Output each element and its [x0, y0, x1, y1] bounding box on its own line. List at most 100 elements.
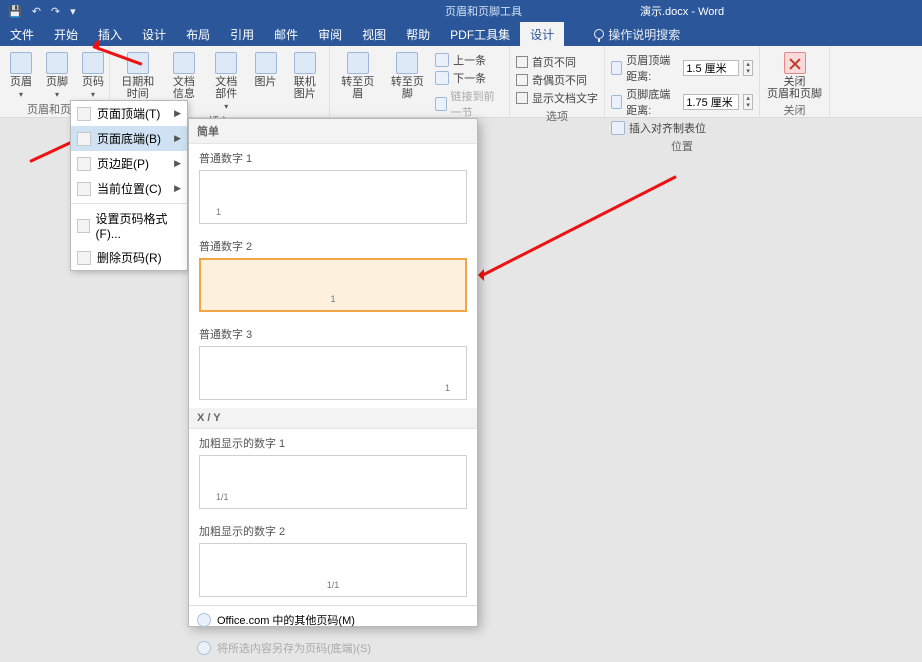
tab-insert[interactable]: 插入 — [88, 22, 132, 47]
page-number-bottom-gallery: 简单 普通数字 1 1 普通数字 2 1 普通数字 3 1 X / Y 加粗显示… — [188, 118, 478, 627]
page-bottom-icon — [77, 132, 91, 146]
different-first-page-checkbox[interactable]: 首页不同 — [516, 54, 598, 70]
top-distance-icon — [611, 61, 622, 75]
qat-more-icon[interactable]: ▾ — [70, 5, 76, 18]
page-number-icon — [82, 52, 104, 74]
spinner-buttons[interactable]: ▴▾ — [743, 60, 753, 76]
footer-icon — [46, 52, 68, 74]
header-top-input[interactable] — [683, 60, 739, 76]
link-previous-button[interactable]: 链接到前一节 — [435, 88, 503, 120]
save-icon[interactable]: 💾 — [8, 5, 22, 18]
link-icon — [435, 97, 447, 111]
gallery-preview: 1 — [199, 170, 467, 224]
gallery-section-xy: X / Y — [189, 408, 477, 429]
quick-access-toolbar: 💾 ↶ ↷ ▾ — [0, 5, 84, 18]
gallery-footer: Office.com 中的其他页码(M) 将所选内容另存为页码(底端)(S) — [189, 605, 477, 662]
format-icon — [77, 219, 90, 233]
page-number-button[interactable]: 页码▾ — [78, 50, 108, 101]
different-odd-even-checkbox[interactable]: 奇偶页不同 — [516, 72, 598, 88]
spinner-buttons[interactable]: ▴▾ — [743, 94, 753, 110]
online-picture-button[interactable]: 联机图片 — [287, 50, 323, 102]
gallery-preview: 1/1 — [199, 543, 467, 597]
close-header-footer-button[interactable]: 关闭 页眉和页脚 — [763, 50, 826, 102]
tab-mailings[interactable]: 邮件 — [264, 22, 308, 47]
tab-home[interactable]: 开始 — [44, 22, 88, 47]
gallery-preview: 1 — [199, 346, 467, 400]
gallery-save-selection[interactable]: 将所选内容另存为页码(底端)(S) — [189, 634, 477, 662]
save-selection-icon — [197, 641, 211, 655]
chevron-down-icon: ▾ — [224, 102, 228, 111]
next-section-button[interactable]: 下一条 — [435, 70, 503, 86]
insert-align-tab-button[interactable]: 插入对齐制表位 — [611, 120, 753, 136]
redo-icon[interactable]: ↷ — [51, 5, 60, 18]
goto-footer-button[interactable]: 转至页脚 — [386, 50, 430, 102]
goto-header-icon — [347, 52, 369, 74]
gallery-preview: 1 — [199, 258, 467, 312]
header-top-label: 页眉顶端距离: — [626, 52, 679, 84]
ribbon-tab-bar: 文件 开始 插入 设计 布局 引用 邮件 审阅 视图 帮助 PDF工具集 设计 … — [0, 22, 922, 46]
menu-format-page-numbers[interactable]: 设置页码格式(F)... — [71, 206, 187, 245]
group-position: 页眉顶端距离: ▴▾ 页脚底端距离: ▴▾ 插入对齐制表位 位置 — [605, 46, 760, 117]
prev-section-button[interactable]: 上一条 — [435, 52, 503, 68]
tab-references[interactable]: 引用 — [220, 22, 264, 47]
header-button[interactable]: 页眉▾ — [6, 50, 36, 101]
remove-icon — [77, 251, 91, 265]
quick-parts-button[interactable]: 文档部件▾ — [208, 50, 244, 113]
quick-parts-icon — [215, 52, 237, 74]
prev-icon — [435, 53, 449, 67]
menu-separator — [71, 203, 187, 204]
group-label: 选项 — [516, 108, 598, 124]
tab-file[interactable]: 文件 — [0, 22, 44, 47]
calendar-icon — [127, 52, 149, 74]
tab-review[interactable]: 审阅 — [308, 22, 352, 47]
chevron-down-icon: ▾ — [91, 90, 95, 99]
align-tab-icon — [611, 121, 625, 135]
undo-icon[interactable]: ↶ — [32, 5, 41, 18]
group-close: 关闭 页眉和页脚 关闭 — [760, 46, 830, 117]
goto-header-button[interactable]: 转至页眉 — [336, 50, 380, 102]
tab-view[interactable]: 视图 — [352, 22, 396, 47]
menu-page-top[interactable]: 页面顶端(T)▶ — [71, 101, 187, 126]
footer-bottom-input[interactable] — [683, 94, 739, 110]
header-icon — [10, 52, 32, 74]
next-icon — [435, 71, 449, 85]
footer-button[interactable]: 页脚▾ — [42, 50, 72, 101]
submenu-arrow-icon: ▶ — [174, 108, 181, 119]
date-time-button[interactable]: 日期和时间 — [116, 50, 160, 102]
picture-button[interactable]: 图片 — [251, 50, 281, 90]
tab-help[interactable]: 帮助 — [396, 22, 440, 47]
gallery-item-plain-3[interactable]: 普通数字 3 1 — [189, 320, 477, 408]
submenu-arrow-icon: ▶ — [174, 158, 181, 169]
bottom-distance-icon — [611, 95, 622, 109]
menu-page-margins[interactable]: 页边距(P)▶ — [71, 151, 187, 176]
gallery-item-plain-1[interactable]: 普通数字 1 1 — [189, 144, 477, 232]
gallery-item-bold-2[interactable]: 加粗显示的数字 2 1/1 — [189, 517, 477, 605]
group-options: 首页不同 奇偶页不同 显示文档文字 选项 — [510, 46, 605, 117]
tab-header-footer-design[interactable]: 设计 — [520, 22, 564, 47]
gallery-preview: 1/1 — [199, 455, 467, 509]
gallery-section-simple: 简单 — [189, 119, 477, 144]
menu-current-position[interactable]: 当前位置(C)▶ — [71, 176, 187, 201]
chevron-down-icon: ▾ — [55, 90, 59, 99]
page-number-menu: 页面顶端(T)▶ 页面底端(B)▶ 页边距(P)▶ 当前位置(C)▶ 设置页码格… — [70, 100, 188, 271]
gallery-item-plain-2[interactable]: 普通数字 2 1 — [189, 232, 477, 320]
document-title: 演示.docx - Word — [640, 3, 724, 19]
tab-layout[interactable]: 布局 — [176, 22, 220, 47]
bulb-icon — [594, 29, 604, 39]
tab-pdf-tools[interactable]: PDF工具集 — [440, 22, 520, 47]
menu-remove-page-numbers[interactable]: 删除页码(R) — [71, 245, 187, 270]
group-label: 关闭 — [766, 102, 823, 118]
tab-design[interactable]: 设计 — [132, 22, 176, 47]
gallery-more-office[interactable]: Office.com 中的其他页码(M) — [189, 606, 477, 634]
group-label: 位置 — [611, 138, 753, 154]
menu-page-bottom[interactable]: 页面底端(B)▶ — [71, 126, 187, 151]
submenu-arrow-icon: ▶ — [174, 133, 181, 144]
show-doc-text-checkbox[interactable]: 显示文档文字 — [516, 90, 598, 106]
context-tool-title: 页眉和页脚工具 — [445, 3, 522, 19]
submenu-arrow-icon: ▶ — [174, 183, 181, 194]
doc-info-icon — [173, 52, 195, 74]
office-icon — [197, 613, 211, 627]
gallery-item-bold-1[interactable]: 加粗显示的数字 1 1/1 — [189, 429, 477, 517]
checkbox-icon — [516, 92, 528, 104]
tell-me-search[interactable]: 操作说明搜索 — [594, 26, 680, 43]
